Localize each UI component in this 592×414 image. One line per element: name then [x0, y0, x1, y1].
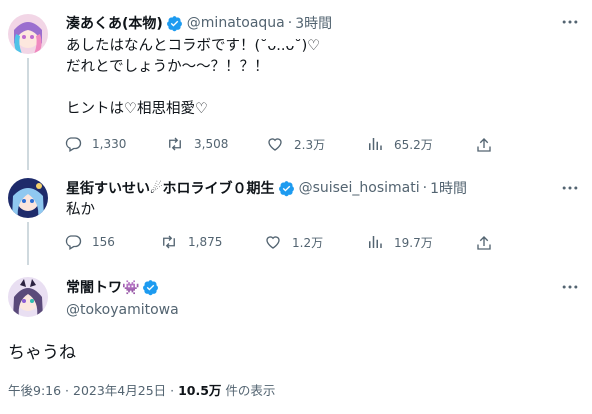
- tweet-actions: 156 1,875 1.2万 19.7万: [64, 233, 466, 251]
- views-button[interactable]: 65.2万: [366, 135, 466, 153]
- timestamp[interactable]: 3時間: [295, 13, 332, 33]
- avatar-towa[interactable]: [8, 277, 48, 317]
- reply-count: 156: [92, 235, 115, 249]
- tweet-footer: 午後9:16 · 2023年4月25日 · 10.5万 件の表示: [8, 380, 275, 399]
- tweet-header: 常闇トワ👾: [66, 277, 159, 297]
- separator-dot: ·: [422, 180, 428, 196]
- retweet-count: 1,875: [188, 235, 223, 249]
- separator-dot: ·: [287, 15, 293, 31]
- handle[interactable]: @minatoaqua: [187, 15, 285, 31]
- views-icon: [369, 138, 382, 150]
- avatar-suisei[interactable]: [8, 178, 48, 218]
- tweet-aqua[interactable]: 湊あくあ(本物) @minatoaqua · 3時間 あしたはなんとコラボです！…: [0, 0, 592, 170]
- retweet-icon: [169, 137, 181, 151]
- reply-icon: [65, 137, 82, 152]
- share-icon[interactable]: [475, 234, 493, 252]
- share-icon[interactable]: [475, 136, 493, 154]
- display-name[interactable]: 湊あくあ(本物): [66, 13, 163, 33]
- views-label: 件の表示: [225, 383, 276, 398]
- verified-badge-icon: [143, 279, 159, 295]
- retweet-icon: [163, 235, 175, 249]
- tweet-text: ちゃうね: [8, 343, 76, 363]
- views-icon: [369, 236, 382, 248]
- reply-button[interactable]: 156: [64, 233, 160, 251]
- like-button[interactable]: 1.2万: [264, 233, 366, 251]
- post-datetime[interactable]: 午後9:16 · 2023年4月25日 ·: [8, 383, 174, 398]
- like-count: 1.2万: [292, 235, 324, 250]
- more-icon[interactable]: [560, 178, 580, 198]
- handle[interactable]: @tokoyamitowa: [66, 302, 179, 318]
- display-name[interactable]: 星街すいせい☄ホロライブ０期生: [66, 178, 275, 198]
- more-icon[interactable]: [560, 12, 580, 32]
- like-icon: [268, 138, 282, 151]
- verified-badge-icon: [278, 180, 294, 196]
- tweet-header: 星街すいせい☄ホロライブ０期生 @suisei_hosimati · 1時間: [66, 178, 467, 198]
- reply-button[interactable]: 1,330: [64, 135, 166, 153]
- tweet-suisei[interactable]: 星街すいせい☄ホロライブ０期生 @suisei_hosimati · 1時間 私…: [0, 170, 592, 265]
- like-count: 2.3万: [294, 137, 326, 152]
- retweet-count: 3,508: [194, 137, 229, 151]
- view-count: 65.2万: [394, 137, 433, 152]
- like-button[interactable]: 2.3万: [266, 135, 366, 153]
- verified-badge-icon: [166, 15, 182, 31]
- views-button[interactable]: 19.7万: [366, 233, 466, 251]
- avatar-aqua[interactable]: [8, 14, 48, 54]
- reply-icon: [65, 235, 82, 250]
- handle[interactable]: @suisei_hosimati: [299, 180, 420, 196]
- tweet-actions: 1,330 3,508 2.3万 65.2万: [64, 135, 466, 153]
- view-count: 19.7万: [394, 235, 433, 250]
- retweet-button[interactable]: 1,875: [160, 233, 264, 251]
- tweet-text: 私か: [66, 202, 95, 218]
- tweet-header: 湊あくあ(本物) @minatoaqua · 3時間: [66, 13, 332, 33]
- thread-line: [27, 58, 29, 170]
- view-count-total: 10.5万: [178, 383, 222, 398]
- retweet-button[interactable]: 3,508: [166, 135, 266, 153]
- reply-count: 1,330: [92, 137, 127, 151]
- thread-line: [27, 222, 29, 265]
- display-name[interactable]: 常闇トワ👾: [66, 277, 139, 297]
- timestamp[interactable]: 1時間: [430, 178, 467, 198]
- like-icon: [266, 236, 280, 249]
- more-icon[interactable]: [560, 277, 580, 297]
- tweet-text: あしたはなんとコラボです！(˘ᴗ..ᴗ˘)♡ だれとでしょうか〜〜？！？！ ヒン…: [66, 38, 321, 117]
